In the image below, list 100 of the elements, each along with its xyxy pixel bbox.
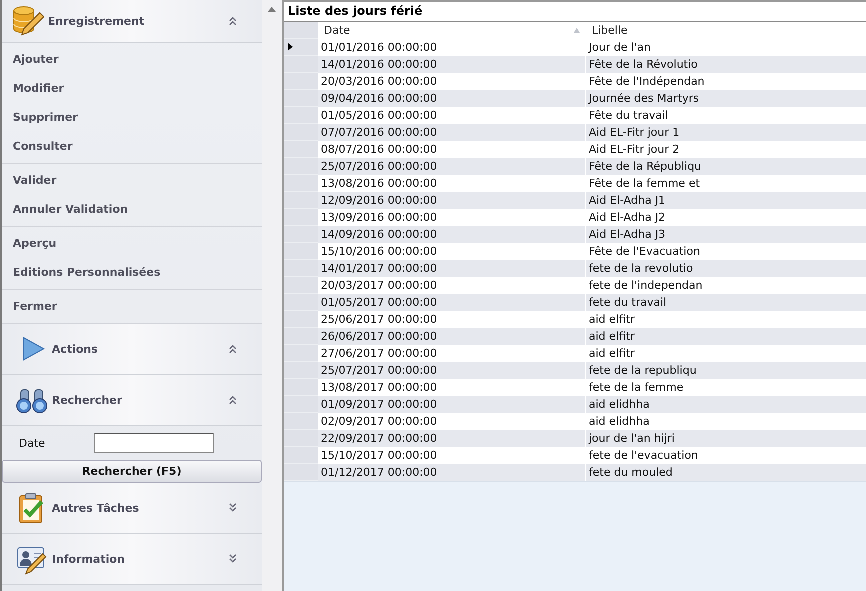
table-row[interactable]: 25/06/2017 00:00:00 aid elfitr xyxy=(284,311,866,328)
table-row[interactable]: 15/10/2016 00:00:00 Fête de l'Evacuation xyxy=(284,243,866,260)
section-header[interactable]: Rechercher xyxy=(2,375,262,426)
row-header-cell[interactable] xyxy=(284,362,318,379)
section-title: Rechercher xyxy=(52,394,124,406)
table-row[interactable]: 09/04/2016 00:00:00 Journée des Martyrs xyxy=(284,90,866,107)
chevron-down-icon xyxy=(228,554,238,564)
column-header[interactable]: Libelle xyxy=(586,22,866,39)
row-header-cell[interactable] xyxy=(284,56,318,73)
row-header-cell[interactable] xyxy=(284,413,318,430)
row-header-cell[interactable] xyxy=(284,175,318,192)
row-header-cell[interactable] xyxy=(284,192,318,209)
table-row[interactable]: 26/06/2017 00:00:00 aid elfitr xyxy=(284,328,866,345)
row-header-cell[interactable] xyxy=(284,311,318,328)
table-cell-text: aid elfitr xyxy=(588,312,636,328)
menu-item[interactable]: Consulter xyxy=(2,132,262,161)
table-row[interactable]: 13/08/2016 00:00:00 Fête de la femme et xyxy=(284,175,866,192)
chevron-up-icon xyxy=(228,344,238,354)
table-row[interactable]: 15/10/2017 00:00:00 fete de l'evacuation xyxy=(284,447,866,464)
table-row[interactable]: 01/05/2017 00:00:00 fete du travail xyxy=(284,294,866,311)
table-cell-text: fete de la republiqu xyxy=(588,363,698,379)
menu-item[interactable]: Fermer xyxy=(2,292,262,321)
table-cell-text: Aid El-Adha J2 xyxy=(588,210,667,226)
row-header-cell[interactable] xyxy=(284,39,318,56)
row-header-cell[interactable] xyxy=(284,124,318,141)
table-row[interactable]: 13/09/2016 00:00:00 Aid El-Adha J2 xyxy=(284,209,866,226)
table-row[interactable]: 13/08/2017 00:00:00 fete de la femme xyxy=(284,379,866,396)
menu-item[interactable]: Aperçu xyxy=(2,229,262,258)
table-cell-text: Journée des Martyrs xyxy=(588,91,700,107)
row-header-cell[interactable] xyxy=(284,345,318,362)
menu-item[interactable]: Valider xyxy=(2,166,262,195)
table-cell-text: Fête de l'Evacuation xyxy=(588,244,702,260)
section-header[interactable]: Actions xyxy=(2,324,262,375)
row-header-cell[interactable] xyxy=(284,90,318,107)
table-cell-text: fete de la revolutio xyxy=(588,261,694,277)
table-row[interactable]: 07/07/2016 00:00:00 Aid EL-Fitr jour 1 xyxy=(284,124,866,141)
date-field[interactable] xyxy=(94,433,214,453)
table-cell-text: Jour de l'an xyxy=(588,40,652,56)
row-header-cell[interactable] xyxy=(284,107,318,124)
section-title: Information xyxy=(52,552,126,566)
row-header-cell[interactable] xyxy=(284,243,318,260)
row-header-cell[interactable] xyxy=(284,447,318,464)
table-cell-text: Aid El-Adha J3 xyxy=(588,227,667,243)
menu-item[interactable]: Supprimer xyxy=(2,103,262,132)
table-row[interactable]: 01/01/2016 00:00:00 Jour de l'an xyxy=(284,39,866,56)
table-cell-text: Aid EL-Fitr jour 1 xyxy=(588,125,681,141)
table-cell-text: Aid El-Adha J1 xyxy=(588,193,667,209)
section-header[interactable]: Autres Tâches xyxy=(2,483,262,534)
table-row[interactable]: 02/09/2017 00:00:00 aid elidhha xyxy=(284,413,866,430)
table-row[interactable]: 01/05/2016 00:00:00 Fête du travail xyxy=(284,107,866,124)
table-cell-text: Fête de la femme et xyxy=(588,176,702,192)
search-button[interactable]: Rechercher (F5) xyxy=(2,460,262,483)
date-label: Date xyxy=(19,436,46,450)
table-row[interactable]: 27/06/2017 00:00:00 aid elfitr xyxy=(284,345,866,362)
chevron-up-icon xyxy=(228,395,238,405)
row-header-cell[interactable] xyxy=(284,158,318,175)
row-header-cell[interactable] xyxy=(284,226,318,243)
section-header[interactable]: Information xyxy=(2,534,262,585)
table-cell-text: Fête de la Révolutio xyxy=(588,57,699,73)
table-row[interactable]: 25/07/2017 00:00:00 fete de la republiqu xyxy=(284,362,866,379)
table-cell-text: jour de l'an hijri xyxy=(588,431,676,447)
table-row[interactable]: 01/12/2017 00:00:00 fete du mouled xyxy=(284,464,866,481)
table-cell-text: fete du mouled xyxy=(588,465,674,481)
table-row[interactable]: 08/07/2016 00:00:00 Aid EL-Fitr jour 2 xyxy=(284,141,866,158)
scroll-up-icon[interactable] xyxy=(268,7,276,12)
table-cell-text: aid elidhha xyxy=(588,414,651,430)
row-header-cell[interactable] xyxy=(284,73,318,90)
row-header-cell[interactable] xyxy=(284,396,318,413)
table-row[interactable]: 14/09/2016 00:00:00 Aid El-Adha J3 xyxy=(284,226,866,243)
row-header-cell[interactable] xyxy=(284,294,318,311)
table-cell: 01/12/2017 00:00:00 xyxy=(318,464,586,481)
menu-item[interactable]: Editions Personnalisées xyxy=(2,258,262,287)
section-title: Autres Tâches xyxy=(52,502,140,514)
table-cell-text: Fête de l'Indépendan xyxy=(588,74,706,90)
row-header-cell[interactable] xyxy=(284,430,318,447)
table-row[interactable]: 01/09/2017 00:00:00 aid elidhha xyxy=(284,396,866,413)
section-header[interactable]: Enregistrement xyxy=(2,0,262,43)
table-row[interactable]: 14/01/2017 00:00:00 fete de la revolutio xyxy=(284,260,866,277)
row-header-cell[interactable] xyxy=(284,277,318,294)
row-header-cell[interactable] xyxy=(284,209,318,226)
row-header-cell[interactable] xyxy=(284,379,318,396)
table-cell-text: fete du travail xyxy=(588,295,668,311)
database-pencil-icon xyxy=(12,5,44,37)
menu-item[interactable]: Modifier xyxy=(2,74,262,103)
row-header-cell[interactable] xyxy=(284,464,318,481)
table-row[interactable]: 20/03/2016 00:00:00 Fête de l'Indépendan xyxy=(284,73,866,90)
table-cell-text: aid elfitr xyxy=(588,329,636,345)
row-header-cell[interactable] xyxy=(284,260,318,277)
table-row[interactable]: 20/03/2017 00:00:00 fete de l'independan xyxy=(284,277,866,294)
menu-item[interactable]: Ajouter xyxy=(2,45,262,74)
row-header-cell[interactable] xyxy=(284,328,318,345)
table-row[interactable]: 25/07/2016 00:00:00 Fête de la Républiqu xyxy=(284,158,866,175)
menu-item[interactable]: Annuler Validation xyxy=(2,195,262,224)
row-header-cell[interactable] xyxy=(284,141,318,158)
column-header[interactable]: Date xyxy=(318,22,586,39)
table-row[interactable]: 12/09/2016 00:00:00 Aid El-Adha J1 xyxy=(284,192,866,209)
section-title: Enregistrement xyxy=(48,14,146,28)
table-row[interactable]: 22/09/2017 00:00:00 jour de l'an hijri xyxy=(284,430,866,447)
table-row[interactable]: 14/01/2016 00:00:00 Fête de la Révolutio xyxy=(284,56,866,73)
row-pointer-icon xyxy=(288,43,293,51)
